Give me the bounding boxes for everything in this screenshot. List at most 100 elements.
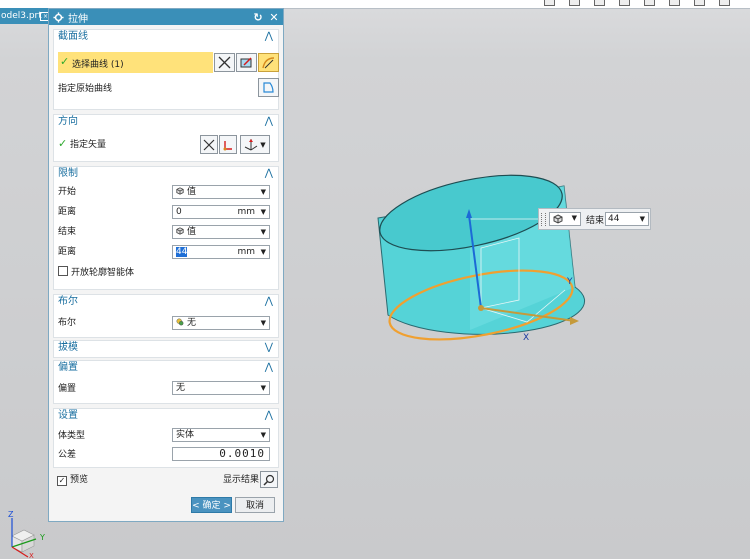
draft-group: 拔模 ⋁ — [53, 340, 279, 358]
gear-icon[interactable] — [53, 11, 64, 23]
start-limit-value: 值 — [187, 187, 197, 197]
float-value: 44 — [608, 214, 620, 224]
view-icon[interactable] — [694, 0, 705, 6]
chevron-up-icon[interactable]: ⋀ — [265, 361, 273, 375]
boolean-value: 无 — [187, 318, 197, 328]
view-icon[interactable] — [544, 0, 555, 6]
offset-header[interactable]: 偏置 ⋀ — [54, 361, 278, 375]
boolean-dropdown[interactable]: 无 ▼ — [172, 316, 270, 330]
start-distance-value: 0 — [176, 207, 182, 217]
preview-row[interactable]: ✓ 预览 — [57, 474, 88, 486]
show-result-button[interactable] — [260, 471, 278, 488]
view-icon[interactable] — [719, 0, 730, 6]
direction-header[interactable]: 方向 ⋀ — [54, 115, 278, 129]
check-icon: ✓ — [58, 137, 68, 150]
chevron-up-icon[interactable]: ⋀ — [265, 295, 273, 309]
chevron-up-icon[interactable]: ⋀ — [265, 30, 273, 44]
view-icon[interactable] — [594, 0, 605, 6]
curve-rule-button[interactable] — [214, 53, 235, 72]
chevron-down-icon[interactable]: ⋁ — [265, 341, 273, 355]
end-limit-dropdown[interactable]: 值 ▼ — [172, 225, 270, 239]
limits-header[interactable]: 限制 ⋀ — [54, 167, 278, 181]
extrude-dialog: 拉伸 ↻ ✕ 截面线 ⋀ ✓ 选择曲线 (1) 指定原始曲线 方向 ⋀ ✓ 指定矢量… — [48, 8, 284, 522]
dialog-titlebar: 拉伸 ↻ ✕ — [49, 9, 283, 25]
boolean-header[interactable]: 布尔 ⋀ — [54, 295, 278, 309]
boolean-none-icon — [176, 318, 184, 326]
inferred-vector-dropdown[interactable]: ▼ — [240, 135, 270, 154]
sketch-section-button[interactable] — [236, 53, 257, 72]
specify-vector-label: 指定矢量 — [70, 140, 107, 150]
section-header-label: 截面线 — [58, 31, 88, 42]
start-label: 开始 — [58, 187, 77, 197]
select-curve-row[interactable]: ✓ 选择曲线 (1) — [58, 52, 213, 73]
start-distance-input[interactable]: 0 mm ▼ — [172, 205, 270, 219]
chevron-down-icon: ▼ — [260, 384, 266, 392]
unit-label: mm — [237, 247, 255, 257]
section-curve-group: 截面线 ⋀ ✓ 选择曲线 (1) 指定原始曲线 — [53, 29, 279, 110]
section-header-label: 拔模 — [58, 342, 78, 353]
preview-checkbox[interactable]: ✓ — [57, 476, 67, 486]
offset-label: 偏置 — [58, 384, 77, 394]
vector-dialog-button[interactable] — [219, 135, 237, 154]
graphics-viewport[interactable]: Y X — [287, 8, 750, 559]
ok-button[interactable]: < 确定 > — [191, 497, 232, 513]
chevron-down-icon: ▼ — [260, 319, 266, 327]
tolerance-value: 0.0010 — [219, 447, 265, 460]
chevron-down-icon: ▼ — [260, 431, 266, 439]
file-tab-label: odel3.prt — [1, 11, 42, 21]
chevron-down-icon: ▼ — [639, 215, 645, 223]
view-icon[interactable] — [669, 0, 680, 6]
float-value-input[interactable]: 44 ▼ — [605, 212, 649, 226]
start-distance-label: 距离 — [58, 207, 77, 217]
section-header-label: 偏置 — [58, 362, 78, 373]
offset-value: 无 — [176, 383, 186, 393]
limits-group: 限制 ⋀ 开始 值 ▼ 距离 0 mm ▼ 结束 值 ▼ 距离 44 mm ▼ 开… — [53, 166, 279, 290]
chevron-up-icon[interactable]: ⋀ — [265, 115, 273, 129]
original-curve-button[interactable] — [258, 78, 279, 97]
triad-z-label: Z — [8, 510, 14, 519]
curve-icon — [262, 57, 275, 69]
chevron-up-icon[interactable]: ⋀ — [265, 409, 273, 423]
cube-icon — [553, 214, 563, 224]
view-icon[interactable] — [644, 0, 655, 6]
drag-handle[interactable] — [541, 213, 546, 226]
offset-dropdown[interactable]: 无 ▼ — [172, 381, 270, 395]
reverse-direction-button[interactable] — [200, 135, 218, 154]
file-tab[interactable]: odel3.prt × — [0, 8, 52, 24]
floating-limit-input: ▼ 结束 44 ▼ — [538, 208, 651, 230]
curve-select-button[interactable] — [258, 53, 279, 72]
triad-x-label: X — [29, 552, 34, 559]
vector-icon — [223, 140, 232, 150]
chevron-down-icon: ▼ — [260, 188, 266, 196]
section-header-label: 方向 — [58, 116, 78, 127]
section-header-label: 布尔 — [58, 296, 78, 307]
dialog-title: 拉伸 — [68, 13, 88, 25]
view-icon[interactable] — [569, 0, 580, 6]
original-curve-icon — [263, 82, 274, 93]
section-curve-header[interactable]: 截面线 ⋀ — [54, 30, 278, 44]
end-label: 结束 — [58, 227, 77, 237]
float-label: 结束 — [586, 216, 605, 226]
view-icon[interactable] — [619, 0, 630, 6]
chevron-down-icon: ▼ — [571, 214, 577, 222]
open-profile-row[interactable]: 开放轮廓智能体 — [58, 266, 134, 279]
body-type-dropdown[interactable]: 实体 ▼ — [172, 428, 270, 442]
limit-type-dropdown[interactable]: ▼ — [549, 212, 581, 226]
reset-icon[interactable]: ↻ — [251, 10, 265, 24]
open-profile-checkbox[interactable] — [58, 266, 68, 276]
section-header-label: 设置 — [58, 410, 78, 421]
tolerance-input[interactable]: 0.0010 — [172, 447, 270, 461]
offset-group: 偏置 ⋀ 偏置 无 ▼ — [53, 360, 279, 404]
chevron-up-icon[interactable]: ⋀ — [265, 167, 273, 181]
specify-original-label: 指定原始曲线 — [58, 84, 113, 94]
select-curve-label: 选择曲线 (1) — [72, 60, 124, 70]
draft-header[interactable]: 拔模 ⋁ — [54, 341, 278, 355]
start-limit-dropdown[interactable]: 值 ▼ — [172, 185, 270, 199]
close-icon[interactable]: ✕ — [267, 10, 281, 24]
open-profile-label: 开放轮廓智能体 — [71, 268, 135, 278]
settings-header[interactable]: 设置 ⋀ — [54, 409, 278, 423]
end-distance-value: 44 — [176, 247, 188, 257]
end-distance-input[interactable]: 44 mm ▼ — [172, 245, 270, 259]
cancel-button[interactable]: 取消 — [235, 497, 275, 513]
check-icon: ✓ — [60, 55, 70, 68]
